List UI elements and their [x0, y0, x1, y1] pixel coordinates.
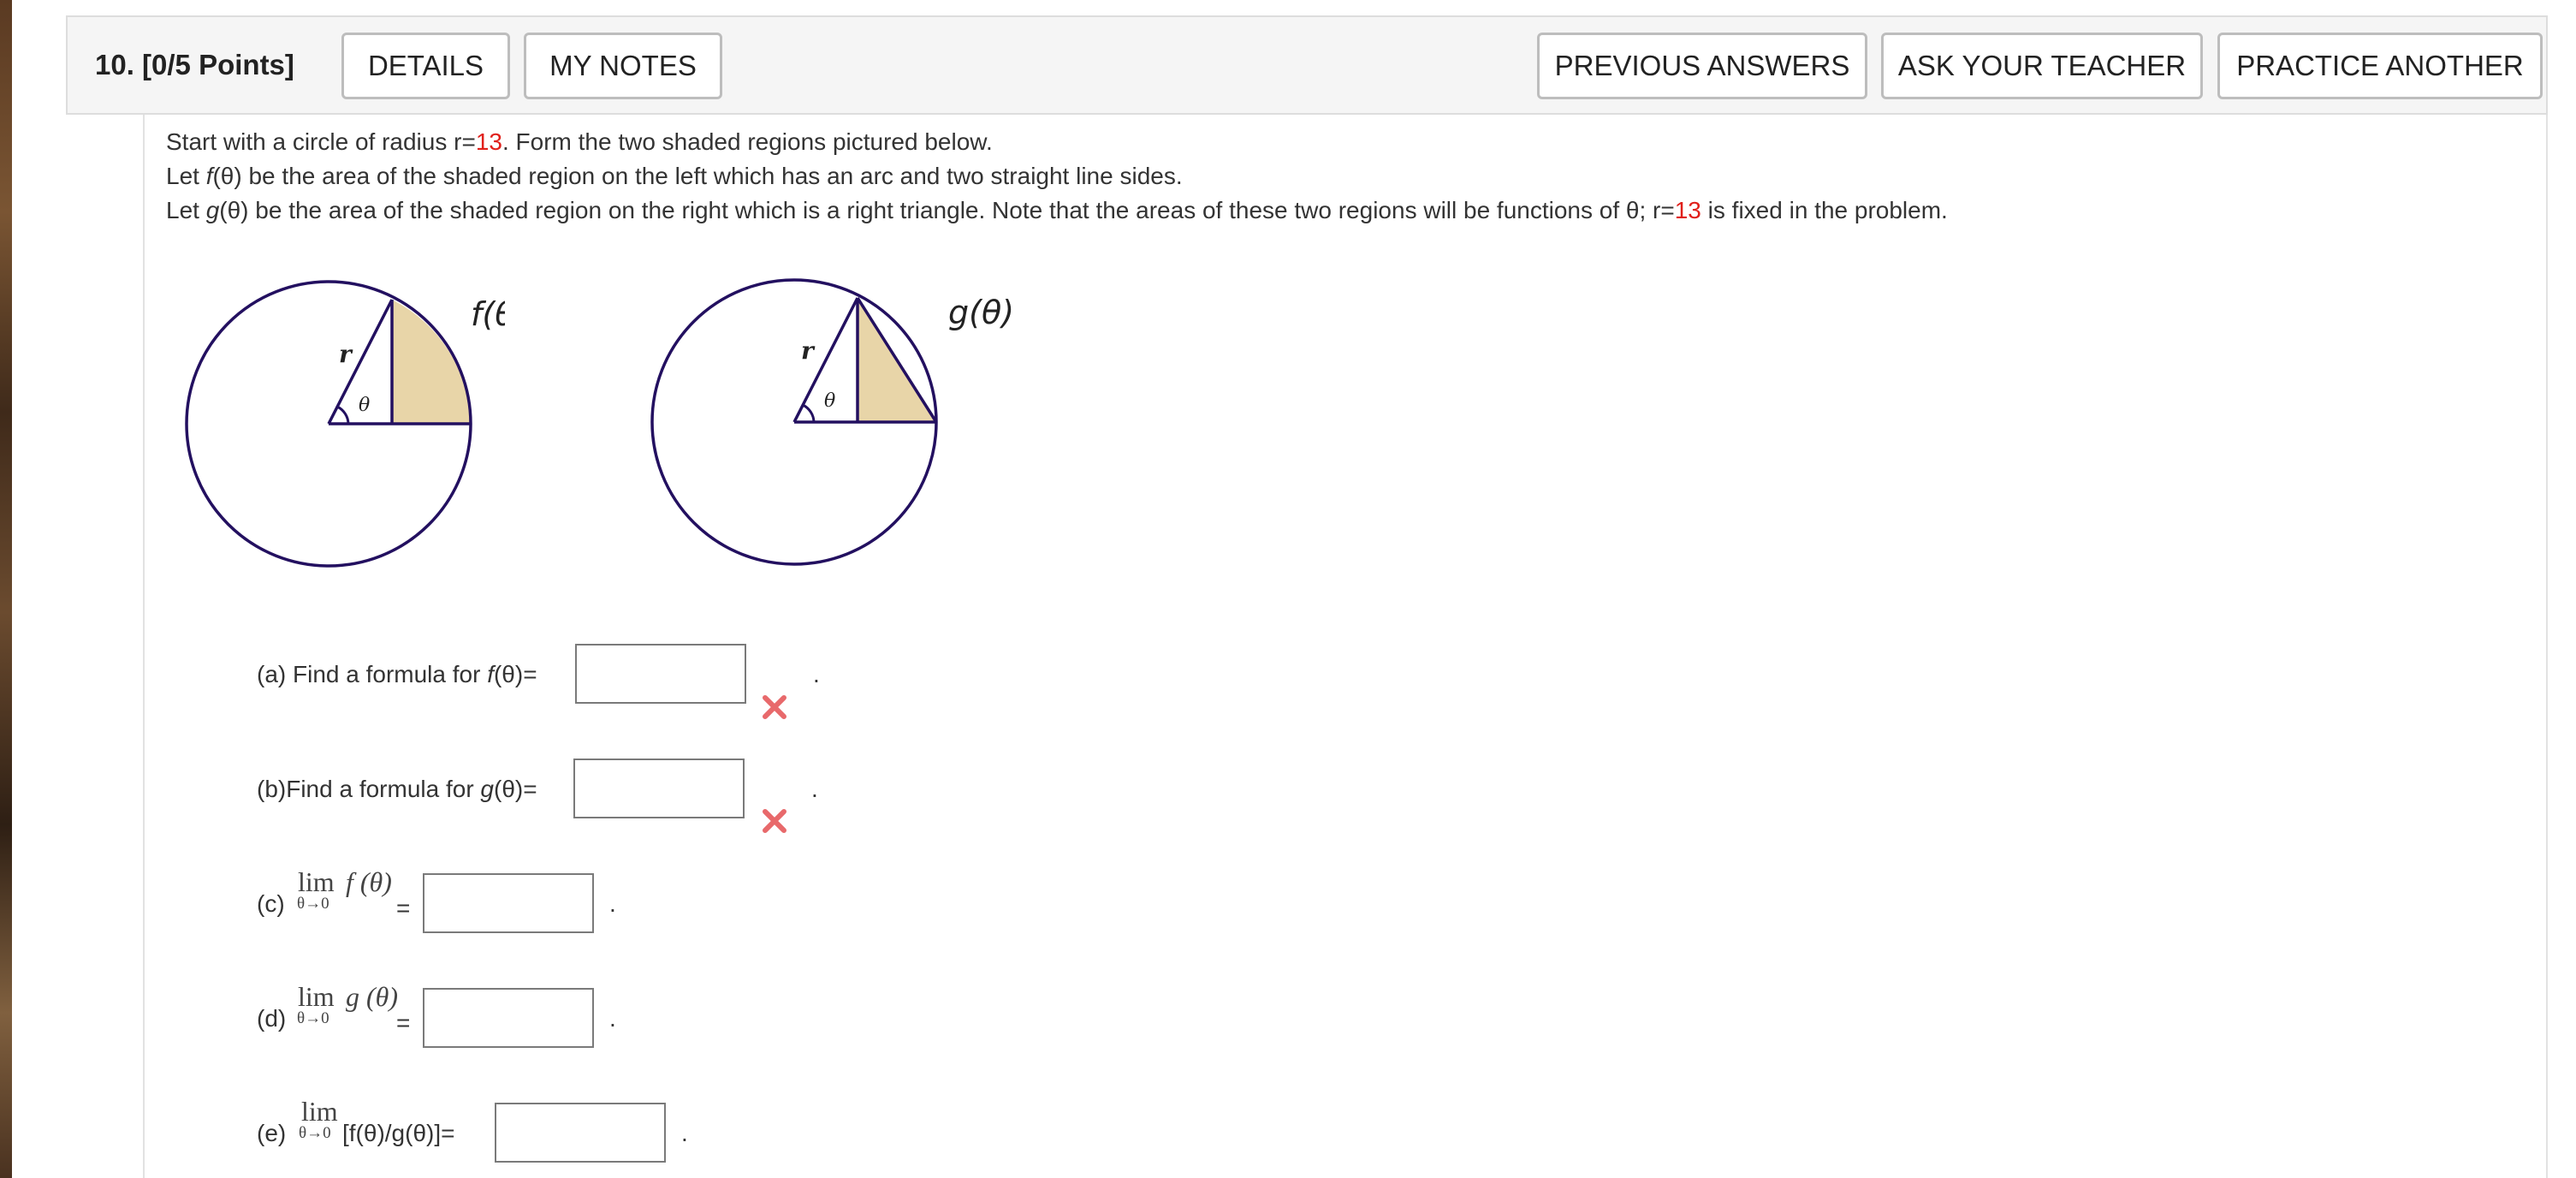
limit-operator: lim: [298, 866, 335, 897]
answer-d-input[interactable]: [423, 988, 594, 1048]
angle-label: θ: [824, 390, 835, 412]
question-number: 10. [0/5 Points]: [95, 49, 294, 80]
radius-value: 13: [1674, 197, 1701, 223]
ask-your-teacher-button[interactable]: ASK YOUR TEACHER: [1881, 33, 2203, 99]
text: (θ)=: [494, 776, 537, 802]
period: .: [813, 661, 820, 687]
g-theta-label: g(θ): [948, 294, 1014, 331]
text: (b)Find a formula for: [257, 776, 481, 802]
triangle-figure: r θ g(θ): [650, 278, 1014, 566]
text: Start with a circle of radius r=: [166, 128, 476, 155]
x-mark-icon: [763, 809, 786, 833]
radius-label: r: [801, 336, 816, 365]
practice-another-button[interactable]: PRACTICE ANOTHER: [2217, 33, 2543, 99]
angle-label: θ: [359, 395, 370, 416]
radius-value: 13: [475, 128, 502, 155]
part-c-label: (c): [257, 890, 285, 917]
limit-subscript: θ→0: [299, 1124, 331, 1142]
problem-line-3: Let g(θ) be the area of the shaded regio…: [166, 197, 1948, 224]
answer-a-input[interactable]: [575, 644, 746, 704]
limit-subscript: θ→0: [297, 895, 329, 913]
x-mark-icon: [763, 695, 786, 719]
answer-e-input[interactable]: [495, 1103, 666, 1163]
text: (θ)=: [493, 661, 537, 687]
sector-figure: r θ f(θ): [185, 280, 505, 568]
previous-answers-button[interactable]: PREVIOUS ANSWERS: [1537, 33, 1867, 99]
background-strip: [0, 0, 12, 1178]
answer-c-input[interactable]: [423, 873, 594, 933]
answer-b-input[interactable]: [573, 759, 745, 818]
text: is fixed in the problem.: [1701, 197, 1948, 223]
period: .: [609, 1005, 616, 1032]
function-g: g: [205, 197, 220, 223]
function-f: f: [487, 661, 494, 687]
part-d-label: (d): [257, 1005, 287, 1032]
limit-operator: lim: [298, 981, 335, 1012]
part-b-label: (b)Find a formula for g(θ)=: [257, 776, 537, 803]
part-e-label: (e): [257, 1120, 287, 1146]
radius-label: r: [339, 340, 353, 368]
text: (θ) be the area of the shaded region on …: [219, 197, 1675, 223]
text: (a) Find a formula for: [257, 661, 488, 687]
part-a-label: (a) Find a formula for f(θ)=: [257, 661, 537, 688]
question-header: 10. [0/5 Points] DETAILS MY NOTES PREVIO…: [66, 15, 2548, 115]
period: .: [681, 1120, 688, 1146]
f-theta-label: f(θ): [471, 295, 505, 333]
text: (θ) be the area of the shaded region on …: [212, 163, 1183, 189]
function-g: g: [480, 776, 494, 802]
limit-subscript: θ→0: [297, 1009, 329, 1027]
angle-arc: [336, 405, 350, 425]
limit-operator: lim: [301, 1096, 338, 1127]
angle-arc: [802, 403, 816, 423]
my-notes-button[interactable]: MY NOTES: [524, 33, 722, 99]
text: Let: [166, 197, 206, 223]
limit-expression: f (θ): [346, 866, 392, 897]
limit-expression: [f(θ)/g(θ)]=: [342, 1120, 455, 1146]
shaded-sector: [392, 300, 471, 424]
period: .: [609, 890, 616, 917]
problem-line-1: Start with a circle of radius r=13. Form…: [166, 128, 993, 156]
limit-expression: g (θ): [346, 981, 399, 1012]
details-button[interactable]: DETAILS: [341, 33, 510, 99]
problem-line-2: Let f(θ) be the area of the shaded regio…: [166, 163, 1183, 190]
text: . Form the two shaded regions pictured b…: [502, 128, 993, 155]
equals-sign: =: [396, 1009, 411, 1036]
equals-sign: =: [396, 895, 411, 921]
text: Let: [166, 163, 206, 189]
period: .: [811, 776, 818, 802]
